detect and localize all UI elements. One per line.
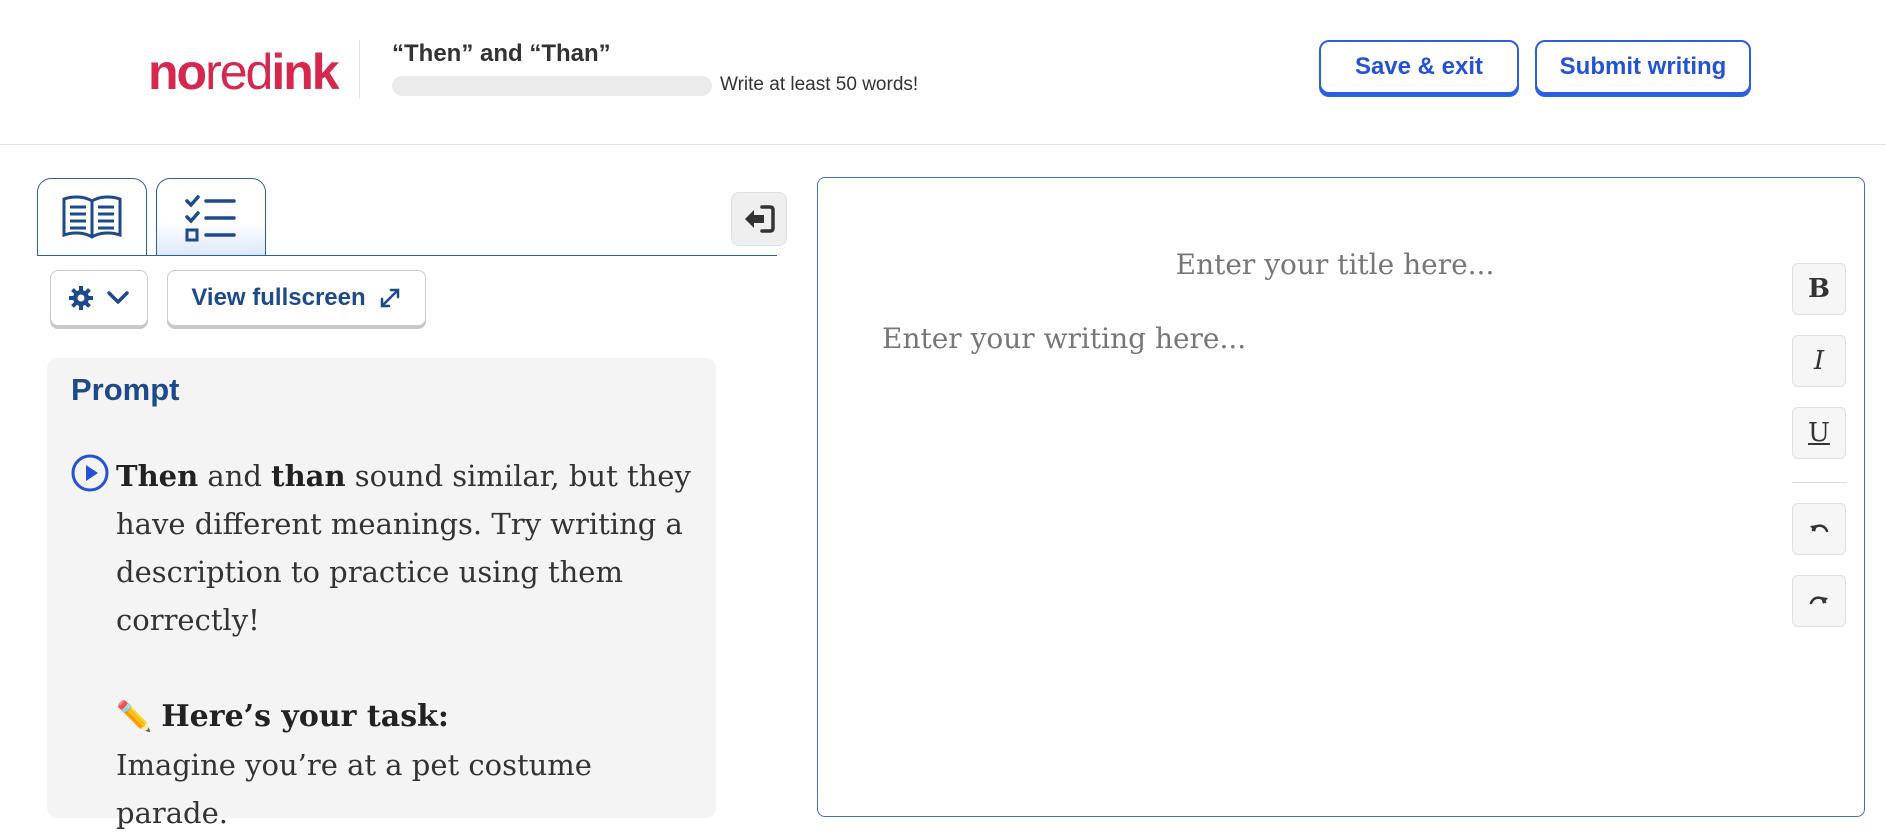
underline-button[interactable]: U	[1792, 407, 1846, 459]
collapse-left-icon	[745, 205, 775, 233]
task-heading-line: ✏️ Here’s your task:	[116, 692, 706, 741]
title-input[interactable]: Enter your title here...	[1085, 248, 1585, 281]
redo-button[interactable]	[1792, 575, 1846, 627]
undo-button[interactable]	[1792, 503, 1846, 555]
submit-writing-button[interactable]: Submit writing	[1535, 40, 1751, 94]
assignment-title: “Then” and “Than”	[392, 40, 611, 67]
gear-icon	[69, 286, 93, 310]
italic-button[interactable]: I	[1792, 335, 1846, 387]
pencil-icon: ✏️	[116, 699, 153, 733]
checklist-icon	[185, 194, 236, 241]
italic-icon: I	[1813, 346, 1825, 376]
prompt-heading: Prompt	[71, 372, 180, 407]
task-text: Imagine you’re at a pet costume parade.	[116, 748, 592, 830]
toolbar-divider	[1792, 482, 1846, 483]
play-audio-icon[interactable]	[71, 454, 109, 492]
tab-checklist[interactable]	[156, 178, 266, 256]
word-progress-bar	[392, 76, 712, 96]
prompt-text: Then and than sound similar, but they ha…	[116, 452, 706, 837]
word-count-hint: Write at least 50 words!	[720, 74, 919, 95]
undo-icon	[1810, 524, 1829, 533]
task-heading: Here’s your task:	[161, 699, 449, 734]
view-fullscreen-label: View fullscreen	[191, 284, 366, 311]
top-header: noredink “Then” and “Than” Write at leas…	[0, 0, 1886, 145]
collapse-panel-button[interactable]	[731, 192, 787, 246]
view-fullscreen-button[interactable]: View fullscreen	[167, 270, 426, 326]
bold-button[interactable]: B	[1792, 263, 1846, 315]
prompt-intro: Then and than sound similar, but they ha…	[116, 459, 691, 637]
expand-icon	[380, 288, 399, 308]
book-icon	[62, 194, 122, 239]
redo-icon	[1809, 596, 1828, 605]
writing-body-input[interactable]: Enter your writing here...	[882, 322, 1246, 355]
tab-reading[interactable]	[37, 178, 147, 256]
bold-icon: B	[1808, 274, 1830, 304]
save-exit-button[interactable]: Save & exit	[1319, 40, 1519, 94]
underline-icon: U	[1808, 418, 1830, 448]
header-divider	[359, 40, 360, 98]
tab-underline	[37, 255, 777, 256]
chevron-down-icon	[107, 291, 129, 304]
noredink-logo[interactable]: noredink	[148, 40, 340, 104]
settings-dropdown-button[interactable]	[50, 270, 148, 326]
